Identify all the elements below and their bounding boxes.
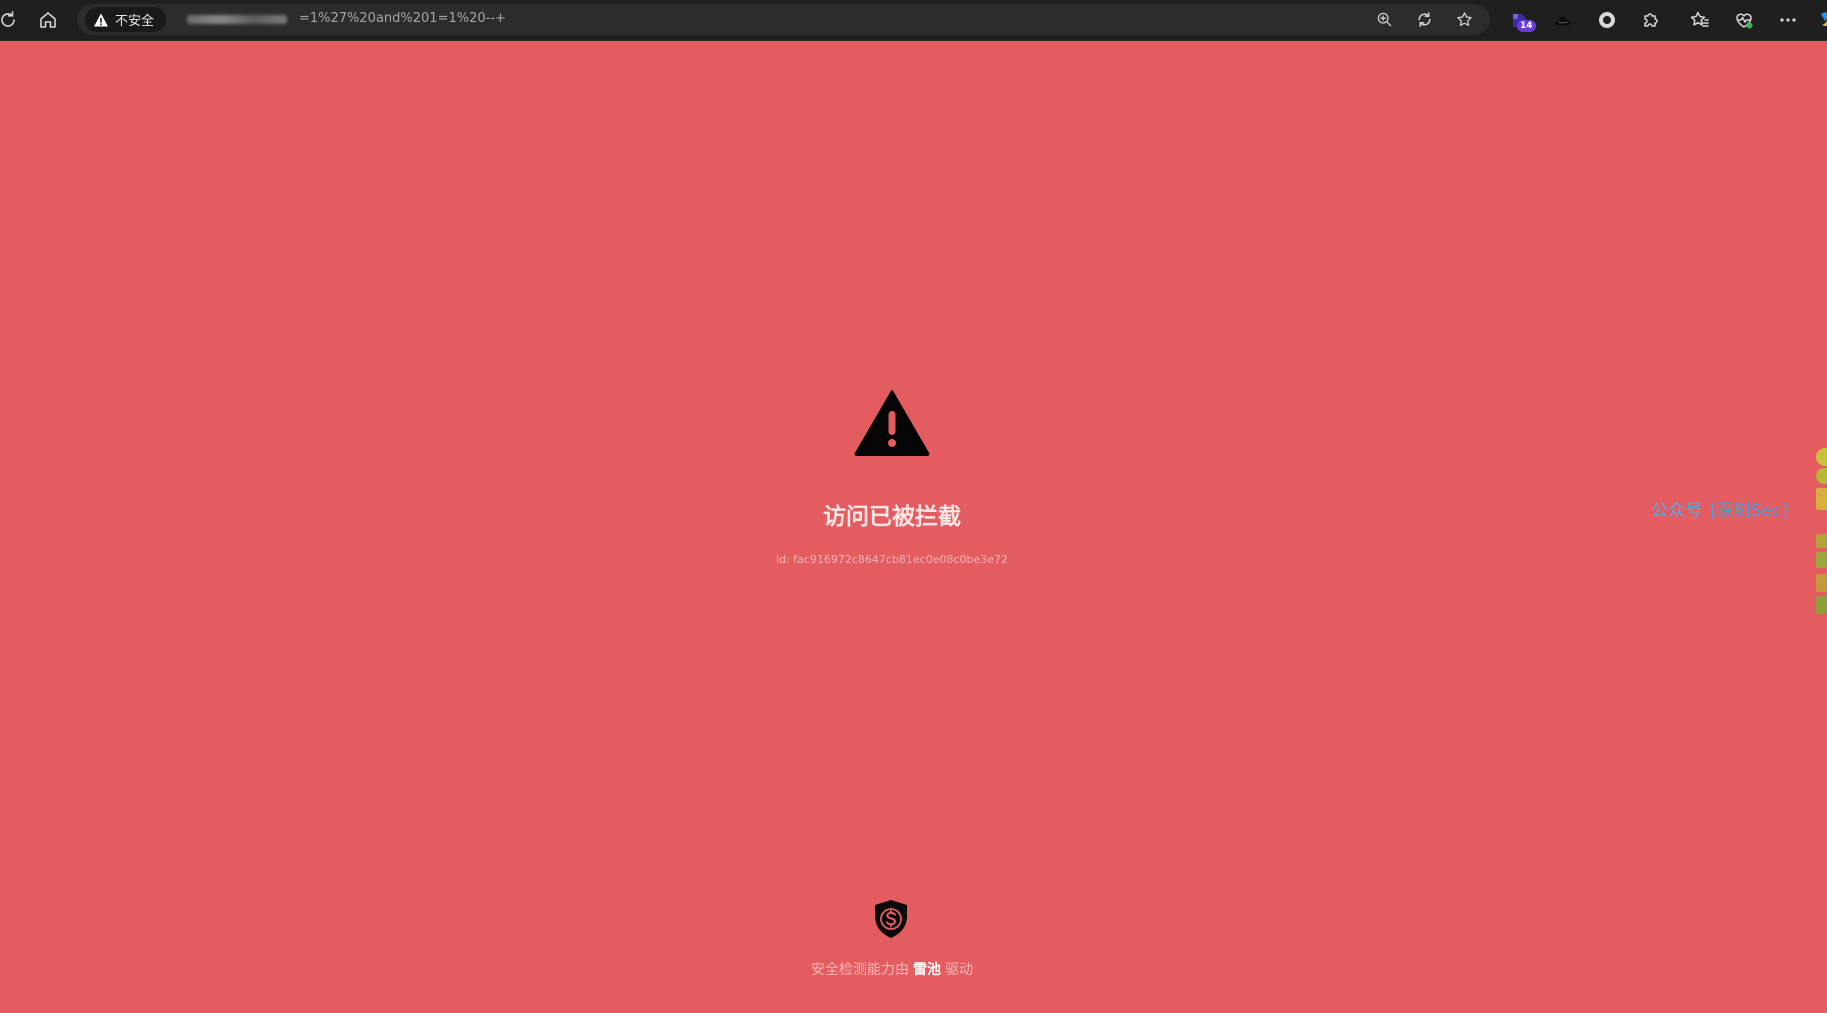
copilot-icon[interactable]: [1815, 8, 1827, 32]
side-overlay-link[interactable]: 公众号 [深刻Sec]: [1651, 496, 1788, 521]
request-id: id: fac916972c8647cb81ec0e08c0be3e72: [775, 553, 1009, 566]
warning-triangle-icon: [854, 389, 930, 457]
security-label: 不安全: [115, 14, 155, 29]
url-text[interactable]: =1%27%20and%201=1%20--+: [299, 11, 506, 26]
url-redacted: [187, 15, 287, 24]
more-icon[interactable]: [1776, 8, 1800, 32]
browser-toolbar: 不安全 =1%27%20and%201=1%20--+ 14: [0, 0, 1827, 41]
heart-pulse-icon[interactable]: [1732, 8, 1756, 32]
puzzle-icon[interactable]: [1639, 8, 1663, 32]
reload-icon[interactable]: [0, 8, 20, 32]
star-icon[interactable]: [1454, 9, 1475, 30]
favorites-icon[interactable]: [1688, 8, 1712, 32]
hat-icon[interactable]: [1551, 8, 1575, 32]
overlay-bracket[interactable]: [深刻Sec]: [1710, 501, 1788, 521]
security-indicator[interactable]: 不安全: [85, 7, 167, 32]
footer-prefix: 安全检测能力由: [811, 962, 909, 978]
page-title: 访问已被拦截: [823, 504, 961, 530]
footer-credit: 安全检测能力由 雷池 驱动: [0, 959, 1784, 979]
warning-triangle-icon: [94, 13, 108, 26]
home-icon[interactable]: [36, 8, 60, 32]
extension-badge: 14: [1517, 20, 1536, 32]
record-icon[interactable]: [1595, 8, 1619, 32]
zoom-icon[interactable]: [1374, 9, 1395, 30]
shield-icon: [872, 899, 910, 939]
refresh-page-icon[interactable]: [1414, 9, 1435, 30]
side-overlay-strip: [1814, 448, 1827, 616]
overlay-label: 公众号: [1651, 501, 1702, 521]
footer-brand[interactable]: 雷池: [909, 962, 945, 978]
footer-suffix: 驱动: [945, 962, 973, 978]
address-bar[interactable]: 不安全 =1%27%20and%201=1%20--+: [77, 4, 1490, 35]
